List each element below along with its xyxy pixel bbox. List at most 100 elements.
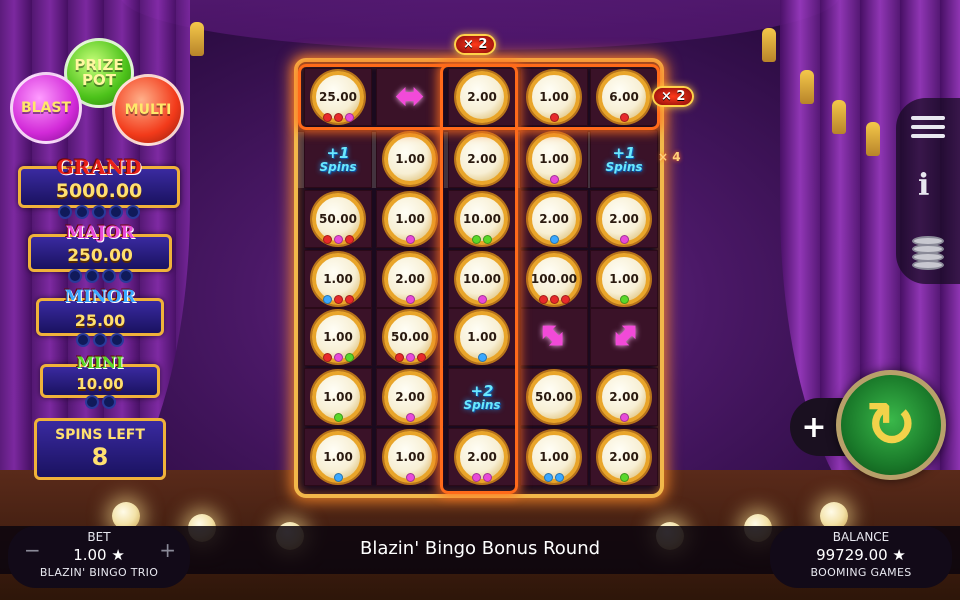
jackpot-grand-title: GRAND — [56, 155, 142, 179]
bet-decrease-button[interactable]: − — [24, 538, 41, 562]
coin-value: 1.00 — [539, 152, 569, 166]
tassel-decoration — [832, 100, 846, 134]
extra-spins-label: Spins — [319, 159, 357, 174]
color-dot — [405, 235, 415, 244]
prize-coin: 2.00 — [384, 371, 436, 423]
coin-value: 2.00 — [609, 450, 639, 464]
coin-value: 1.00 — [395, 450, 425, 464]
bet-panel: − + BET 1.00 ★ BLAZIN' BINGO TRIO — [8, 526, 190, 588]
column-multiplier-highlight — [440, 64, 518, 494]
extra-spins-count: +1 — [612, 143, 636, 162]
coin-color-dots — [532, 473, 576, 482]
jackpot-grand-value: 5000.00 — [55, 180, 143, 202]
jackpot-major-value: 250.00 — [67, 246, 133, 266]
jackpot-major-dots — [31, 269, 169, 283]
grid-cell: 1.00 — [520, 428, 588, 486]
color-dot — [344, 295, 354, 304]
coin-color-dots — [388, 413, 432, 422]
jackpot-minor-title: MINOR — [64, 287, 136, 307]
coin-color-dots — [388, 295, 432, 304]
extra-spins-label: Spins — [605, 159, 643, 174]
prize-coin: 2.00 — [528, 193, 580, 245]
brand-name: BOOMING GAMES — [810, 566, 912, 579]
grid-cell: 1.00 — [304, 308, 372, 366]
grid-cell: 50.00 — [376, 308, 444, 366]
coin-color-dots — [602, 413, 646, 422]
spin-button[interactable]: ↻ — [836, 370, 946, 480]
coin-color-dots — [532, 235, 576, 244]
color-dot — [344, 235, 354, 244]
prize-coin: 1.00 — [384, 133, 436, 185]
color-dot — [619, 413, 629, 422]
color-dot — [544, 473, 553, 482]
coin-value: 1.00 — [323, 390, 353, 404]
coin-value: 1.00 — [609, 272, 639, 286]
coin-value: 100.00 — [530, 272, 578, 286]
spin-icon: ↻ — [865, 388, 917, 461]
grid-cell: +1 Spins — [590, 130, 658, 188]
coin-color-dots — [602, 295, 646, 304]
balance-label: BALANCE — [832, 530, 890, 544]
menu-icon[interactable] — [911, 116, 945, 143]
info-icon[interactable]: i — [918, 168, 929, 203]
prize-coin: 50.00 — [312, 193, 364, 245]
jackpot-grand: GRAND 5000.00 — [18, 155, 180, 219]
extra-spins-count: +1 — [326, 143, 350, 162]
jackpot-grand-dots — [21, 205, 177, 219]
jackpot-major: MAJOR 250.00 — [28, 223, 172, 283]
coin-color-dots — [388, 235, 432, 244]
spins-left-label: SPINS LEFT — [55, 427, 145, 443]
coins-icon[interactable] — [908, 232, 948, 272]
grid-cell: 1.00 — [304, 368, 372, 426]
tassel-decoration — [762, 28, 776, 62]
grid-cell: 100.00 — [520, 250, 588, 308]
tassel-decoration — [190, 22, 204, 56]
arrow-icon: ⬍ — [599, 311, 650, 362]
prize-coin: 2.00 — [598, 193, 650, 245]
grid-cell: 2.00 — [590, 428, 658, 486]
coin-value: 1.00 — [323, 330, 353, 344]
bet-increase-button[interactable]: + — [159, 538, 176, 562]
prize-coin: 1.00 — [528, 431, 580, 483]
color-dot — [322, 295, 332, 304]
grid-cell: 50.00 — [520, 368, 588, 426]
color-dot — [333, 413, 343, 422]
coin-color-dots — [532, 295, 576, 304]
coin-value: 1.00 — [323, 272, 353, 286]
color-dot — [405, 473, 415, 482]
prize-coin: 1.00 — [384, 431, 436, 483]
color-dot — [619, 235, 629, 244]
coin-value: 2.00 — [539, 212, 569, 226]
prize-coin: 1.00 — [312, 431, 364, 483]
grid-cell: 2.00 — [520, 190, 588, 248]
jackpot-mini: MINI 10.00 — [40, 353, 160, 409]
color-dot — [549, 235, 559, 244]
grid-cell: 1.00 — [376, 130, 444, 188]
coin-value: 1.00 — [395, 152, 425, 166]
prize-coin: 100.00 — [528, 253, 580, 305]
color-dot — [619, 473, 629, 482]
grid-cell: 1.00 — [520, 130, 588, 188]
balance-panel: BALANCE 99729.00 ★ BOOMING GAMES — [770, 526, 952, 588]
prize-coin: 2.00 — [598, 371, 650, 423]
coin-color-dots — [602, 235, 646, 244]
color-dot — [416, 353, 426, 362]
color-dot — [344, 353, 354, 362]
grid-cell: ⬍ — [520, 308, 588, 366]
tassel-decoration — [866, 122, 880, 156]
jackpot-mini-value: 10.00 — [76, 375, 124, 393]
arrow-icon: ⬍ — [528, 311, 579, 362]
multi-bubble: MULTI — [112, 74, 184, 146]
color-dot — [405, 295, 415, 304]
coin-color-dots — [316, 235, 360, 244]
coin-value: 2.00 — [395, 390, 425, 404]
game-name: BLAZIN' BINGO TRIO — [39, 566, 159, 579]
coin-value: 50.00 — [391, 330, 429, 344]
jackpot-major-title: MAJOR — [65, 223, 135, 243]
jackpot-minor-value: 25.00 — [74, 311, 126, 330]
coin-value: 1.00 — [395, 212, 425, 226]
coin-color-dots — [316, 295, 360, 304]
coin-value: 1.00 — [539, 450, 569, 464]
grid-cell: ⬍ — [590, 308, 658, 366]
coin-color-dots — [316, 413, 360, 422]
